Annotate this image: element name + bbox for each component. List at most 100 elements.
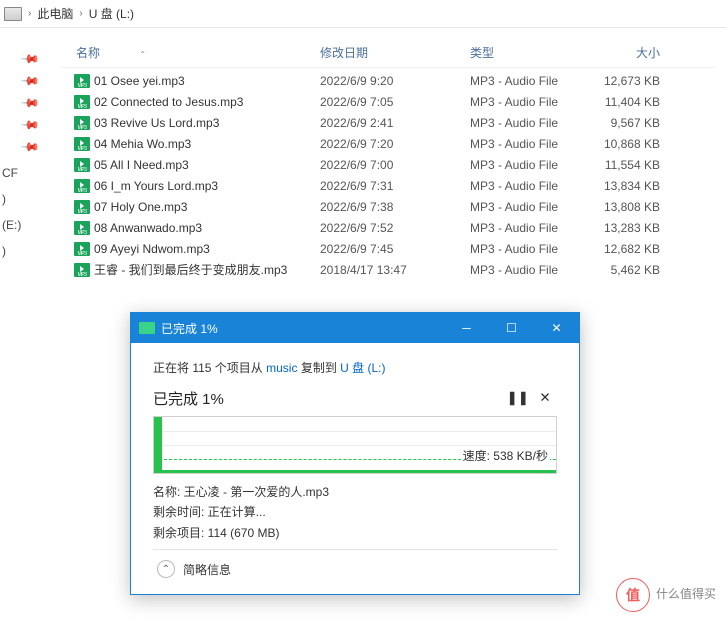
nav-label[interactable]: ) xyxy=(0,192,6,206)
file-row[interactable]: 07 Holy One.mp3 2022/6/9 7:38MP3 - Audio … xyxy=(60,196,716,217)
maximize-button[interactable]: ☐ xyxy=(489,313,534,343)
text: 正在将 115 个项目从 xyxy=(153,361,266,375)
nav-sidebar-fragment: 📌 📌 📌 📌 📌 CF ) (E:) ) xyxy=(0,50,60,258)
file-name: 王睿 - 我们到最后终于变成朋友.mp3 xyxy=(94,261,287,278)
detail-label: 剩余项目: xyxy=(153,526,208,540)
source-link[interactable]: music xyxy=(266,361,297,375)
pin-icon: 📌 xyxy=(20,137,40,157)
file-type: MP3 - Audio File xyxy=(470,221,590,235)
file-name: 08 Anwanwado.mp3 xyxy=(94,221,202,235)
mp3-file-icon xyxy=(74,137,90,151)
file-date: 2022/6/9 7:00 xyxy=(320,158,470,172)
column-header-label: 名称 xyxy=(76,46,100,60)
file-row[interactable]: 01 Osee yei.mp3 2022/6/9 9:20MP3 - Audio … xyxy=(60,70,716,91)
mp3-file-icon xyxy=(74,116,90,130)
dialog-titlebar[interactable]: 已完成 1% ─ ☐ ✕ xyxy=(131,313,579,343)
remaining-items: 114 (670 MB) xyxy=(208,526,280,540)
file-size: 13,808 KB xyxy=(590,200,670,214)
file-name: 01 Osee yei.mp3 xyxy=(94,74,185,88)
file-name: 09 Ayeyi Ndwom.mp3 xyxy=(94,242,210,256)
speed-graph: 速度: 538 KB/秒 xyxy=(153,416,557,474)
column-header-name[interactable]: 名称 ⌃ xyxy=(60,44,320,61)
column-header-type[interactable]: 类型 xyxy=(470,44,590,61)
copy-details: 名称: 王心凌 - 第一次爱的人.mp3 剩余时间: 正在计算... 剩余项目:… xyxy=(153,482,557,543)
file-row[interactable]: 09 Ayeyi Ndwom.mp32022/6/9 7:45MP3 - Aud… xyxy=(60,238,716,259)
chevron-right-icon: › xyxy=(79,8,82,19)
watermark-logo-icon: 值 xyxy=(616,578,650,612)
file-name: 04 Mehia Wo.mp3 xyxy=(94,137,191,151)
fewer-details-toggle[interactable]: ⌃ 简略信息 xyxy=(153,549,557,584)
file-date: 2022/6/9 9:20 xyxy=(320,74,470,88)
file-type: MP3 - Audio File xyxy=(470,116,590,130)
detail-label: 剩余时间: xyxy=(153,505,208,519)
file-date: 2022/6/9 7:52 xyxy=(320,221,470,235)
file-name: 02 Connected to Jesus.mp3 xyxy=(94,95,243,109)
mp3-file-icon xyxy=(74,242,90,256)
current-file-name: 王心凌 - 第一次爱的人.mp3 xyxy=(184,485,329,499)
pause-button[interactable]: ❚❚ xyxy=(506,386,530,410)
file-date: 2022/6/9 7:20 xyxy=(320,137,470,151)
cancel-button[interactable]: ✕ xyxy=(533,386,557,410)
mp3-file-icon xyxy=(74,74,90,88)
mp3-file-icon xyxy=(74,221,90,235)
file-type: MP3 - Audio File xyxy=(470,74,590,88)
column-header-date[interactable]: 修改日期 xyxy=(320,44,470,61)
nav-label[interactable]: CF xyxy=(0,166,18,180)
progress-percent: 已完成 1% xyxy=(153,388,224,409)
mp3-file-icon xyxy=(74,179,90,193)
file-type: MP3 - Audio File xyxy=(470,137,590,151)
sort-caret-icon: ⌃ xyxy=(139,50,146,59)
file-size: 11,404 KB xyxy=(590,95,670,109)
file-row[interactable]: 06 I_m Yours Lord.mp3 2022/6/9 7:31MP3 - … xyxy=(60,175,716,196)
file-date: 2022/6/9 7:05 xyxy=(320,95,470,109)
breadcrumb-item[interactable]: U 盘 (L:) xyxy=(89,5,134,22)
detail-label: 名称: xyxy=(153,485,184,499)
file-size: 13,283 KB xyxy=(590,221,670,235)
column-header-size[interactable]: 大小 xyxy=(590,44,670,61)
file-row[interactable]: 05 All I Need.mp3 2022/6/9 7:00MP3 - Audi… xyxy=(60,154,716,175)
file-date: 2018/4/17 13:47 xyxy=(320,263,470,277)
file-size: 13,834 KB xyxy=(590,179,670,193)
file-size: 9,567 KB xyxy=(590,116,670,130)
remaining-time: 正在计算... xyxy=(208,505,266,519)
chevron-right-icon: › xyxy=(28,8,31,19)
file-name: 06 I_m Yours Lord.mp3 xyxy=(94,179,218,193)
chevron-up-icon: ⌃ xyxy=(157,560,175,578)
file-row[interactable]: 王睿 - 我们到最后终于变成朋友.mp32018/4/17 13:47MP3 -… xyxy=(60,259,716,280)
file-type: MP3 - Audio File xyxy=(470,158,590,172)
file-row[interactable]: 02 Connected to Jesus.mp3 2022/6/9 7:05MP… xyxy=(60,91,716,112)
pin-icon: 📌 xyxy=(20,71,40,91)
file-date: 2022/6/9 2:41 xyxy=(320,116,470,130)
file-date: 2022/6/9 7:31 xyxy=(320,179,470,193)
nav-label[interactable]: ) xyxy=(0,244,6,258)
breadcrumb[interactable]: › 此电脑 › U 盘 (L:) xyxy=(0,0,726,28)
file-name: 05 All I Need.mp3 xyxy=(94,158,189,172)
file-size: 12,682 KB xyxy=(590,242,670,256)
file-name: 03 Revive Us Lord.mp3 xyxy=(94,116,219,130)
file-size: 11,554 KB xyxy=(590,158,670,172)
nav-label[interactable]: (E:) xyxy=(0,218,21,232)
file-type: MP3 - Audio File xyxy=(470,200,590,214)
speed-label: 速度: 538 KB/秒 xyxy=(461,447,550,464)
file-name: 07 Holy One.mp3 xyxy=(94,200,187,214)
breadcrumb-item[interactable]: 此电脑 xyxy=(37,5,73,22)
watermark: 值 什么值得买 xyxy=(616,578,716,612)
file-row[interactable]: 08 Anwanwado.mp3 2022/6/9 7:52MP3 - Audio… xyxy=(60,217,716,238)
drive-icon xyxy=(4,7,22,21)
pin-icon: 📌 xyxy=(20,49,40,69)
footer-label: 简略信息 xyxy=(183,561,231,578)
mp3-file-icon xyxy=(74,200,90,214)
close-button[interactable]: ✕ xyxy=(534,313,579,343)
file-date: 2022/6/9 7:45 xyxy=(320,242,470,256)
file-row[interactable]: 03 Revive Us Lord.mp3 2022/6/9 2:41MP3 - … xyxy=(60,112,716,133)
minimize-button[interactable]: ─ xyxy=(444,313,489,343)
progress-bar xyxy=(154,470,556,473)
file-row[interactable]: 04 Mehia Wo.mp3 2022/6/9 7:20MP3 - Audio … xyxy=(60,133,716,154)
file-date: 2022/6/9 7:38 xyxy=(320,200,470,214)
file-rows: 01 Osee yei.mp32022/6/9 9:20MP3 - Audio … xyxy=(60,70,716,280)
file-type: MP3 - Audio File xyxy=(470,179,590,193)
destination-link[interactable]: U 盘 (L:) xyxy=(340,361,385,375)
copy-summary-line: 正在将 115 个项目从 music 复制到 U 盘 (L:) xyxy=(153,359,557,376)
watermark-text: 什么值得买 xyxy=(656,588,716,601)
file-type: MP3 - Audio File xyxy=(470,95,590,109)
